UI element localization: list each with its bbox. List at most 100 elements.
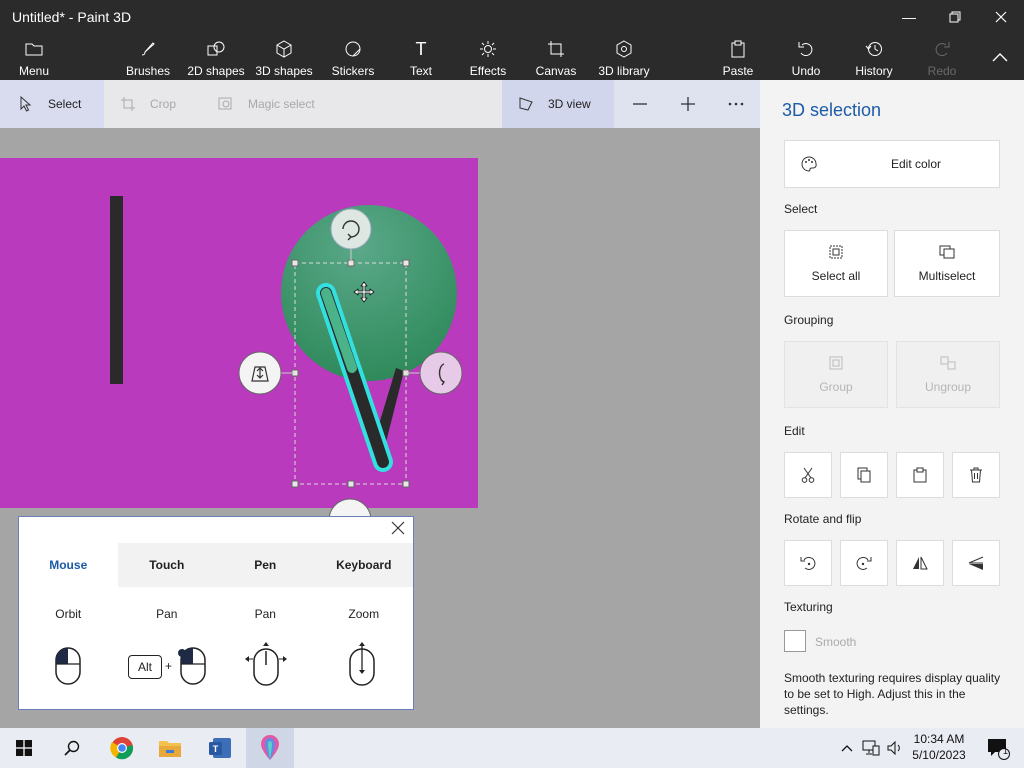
group-icon — [829, 356, 843, 369]
minimize-icon: — — [902, 9, 916, 25]
show-hidden-icons-button[interactable] — [836, 728, 858, 768]
paste-icon — [913, 467, 927, 483]
text-button[interactable]: T Text — [404, 34, 438, 80]
flip-vertical-button[interactable] — [952, 540, 1000, 586]
close-icon — [995, 11, 1007, 23]
window-title: Untitled* - Paint 3D — [12, 9, 132, 25]
canvas-button[interactable]: Canvas — [534, 34, 578, 80]
minimize-button[interactable]: — — [886, 0, 932, 34]
library-icon — [613, 38, 635, 60]
smooth-checkbox[interactable] — [784, 630, 806, 652]
volume-button[interactable] — [884, 728, 906, 768]
chrome-icon — [110, 737, 134, 760]
minus-icon — [633, 103, 647, 105]
3d-library-button[interactable]: 3D library — [596, 34, 652, 80]
zoom-in-button[interactable] — [674, 80, 702, 128]
action-pan-middle: Pan — [254, 607, 276, 621]
rotate-left-icon — [800, 556, 816, 570]
system-clock[interactable]: 10:34 AM 5/10/2023 — [906, 731, 972, 763]
redo-button[interactable]: Redo — [926, 34, 958, 80]
folder-icon — [23, 38, 45, 60]
texturing-section-label: Texturing — [784, 600, 833, 614]
rotate-section-label: Rotate and flip — [784, 512, 862, 526]
sticker-icon — [342, 38, 364, 60]
speaker-icon — [887, 741, 900, 755]
magic-select-tool[interactable]: Magic select — [216, 80, 356, 128]
close-button[interactable] — [978, 0, 1024, 34]
paste-button[interactable]: Paste — [720, 34, 756, 80]
stickers-button[interactable]: Stickers — [330, 34, 376, 80]
taskbar-chrome[interactable] — [98, 728, 146, 768]
depth-handle[interactable] — [238, 351, 295, 395]
folder-icon — [159, 741, 181, 757]
restore-button[interactable] — [932, 0, 978, 34]
input-tabs: Mouse Touch Pen Keyboard — [19, 543, 413, 587]
navigation-help-panel: Mouse Touch Pen Keyboard Orbit Pan Pan Z… — [18, 516, 414, 710]
3d-shapes-button[interactable]: 3D shapes — [254, 34, 314, 80]
select-tool[interactable]: Select — [0, 80, 104, 128]
magic-select-icon — [216, 94, 236, 114]
title-bar: Untitled* - Paint 3D — — [0, 0, 1024, 34]
mouse-left-click-icon — [55, 647, 81, 685]
2d-shapes-button[interactable]: 2D shapes — [186, 34, 246, 80]
rotate-left-button[interactable] — [784, 540, 832, 586]
tab-mouse[interactable]: Mouse — [19, 543, 118, 587]
brushes-button[interactable]: Brushes — [124, 34, 172, 80]
rotate-right-icon — [856, 556, 872, 570]
undo-icon — [795, 38, 817, 60]
crop-tool[interactable]: Crop — [118, 80, 198, 128]
menu-button[interactable]: Menu — [14, 34, 54, 80]
flip-vertical-icon — [968, 556, 984, 570]
undo-button[interactable]: Undo — [788, 34, 824, 80]
network-icon — [862, 740, 880, 756]
effects-button[interactable]: Effects — [468, 34, 508, 80]
rotate-right-button[interactable] — [840, 540, 888, 586]
more-options-button[interactable] — [722, 80, 750, 128]
plus-sign: + — [165, 659, 173, 673]
help-actions: Orbit Pan Pan Zoom — [19, 607, 413, 621]
smooth-texturing-note: Smooth texturing requires display qualit… — [784, 671, 1001, 717]
ungroup-icon — [940, 356, 956, 369]
taskbar-paint3d[interactable] — [246, 728, 294, 768]
zoom-out-button[interactable] — [626, 80, 654, 128]
copy-button[interactable] — [840, 452, 888, 498]
redo-icon — [931, 38, 953, 60]
3d-view-icon — [516, 94, 536, 114]
tab-touch[interactable]: Touch — [117, 543, 216, 587]
view-controls: 3D view — [502, 80, 760, 128]
paste-panel-button[interactable] — [896, 452, 944, 498]
delete-button[interactable] — [952, 452, 1000, 498]
panel-title: 3D selection — [782, 100, 882, 120]
smooth-label: Smooth — [815, 635, 857, 649]
svg-text:T: T — [213, 744, 219, 754]
vertical-bar-object[interactable] — [110, 196, 123, 384]
help-close-button[interactable] — [391, 521, 409, 539]
network-button[interactable] — [858, 728, 884, 768]
ribbon: Menu Brushes 2D shapes 3D shapes Sticker… — [0, 34, 1024, 80]
tab-pen[interactable]: Pen — [216, 543, 315, 587]
windows-logo-icon — [16, 740, 32, 756]
start-button[interactable] — [0, 728, 48, 768]
teams-icon: T — [209, 738, 231, 758]
group-button[interactable]: Group — [784, 341, 888, 408]
clock-time: 10:34 AM — [913, 732, 965, 746]
scissors-icon — [801, 467, 815, 483]
select-all-button[interactable]: Select all — [784, 230, 888, 297]
ungroup-button[interactable]: Ungroup — [896, 341, 1000, 408]
search-button[interactable] — [48, 728, 96, 768]
flip-horizontal-button[interactable] — [896, 540, 944, 586]
3d-view-toggle[interactable]: 3D view — [502, 80, 614, 128]
taskbar-file-explorer[interactable] — [146, 728, 194, 768]
collapse-ribbon-button[interactable] — [986, 34, 1014, 80]
multiselect-button[interactable]: Multiselect — [894, 230, 1000, 297]
palette-icon — [801, 156, 819, 172]
history-button[interactable]: History — [852, 34, 896, 80]
edit-color-button[interactable]: Edit color — [784, 140, 1000, 188]
taskbar-teams[interactable]: T — [196, 728, 244, 768]
crop-icon — [118, 94, 138, 114]
tab-keyboard[interactable]: Keyboard — [314, 543, 413, 587]
grouping-section-label: Grouping — [784, 313, 834, 327]
action-pan-alt: Pan — [156, 607, 178, 621]
cut-button[interactable] — [784, 452, 832, 498]
notification-center-button[interactable]: 1 — [976, 728, 1020, 768]
